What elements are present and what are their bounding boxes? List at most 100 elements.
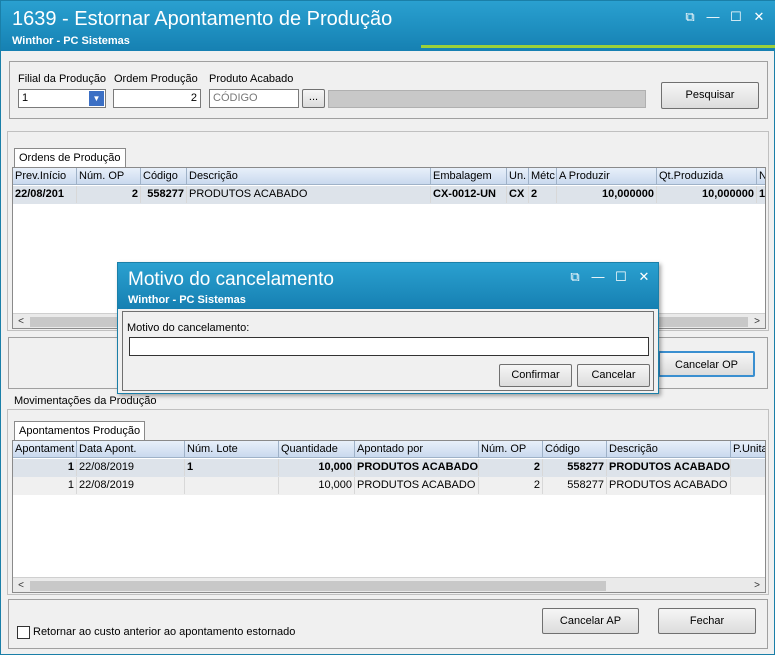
produto-description-field [328,90,646,108]
cell-codigo: 558277 [543,477,607,494]
cell-apontado-por: PRODUTOS ACABADO [355,477,479,494]
confirmar-button[interactable]: Confirmar [499,364,572,387]
movimentacoes-label: Movimentações da Produção [14,395,157,407]
apont-col-quantidade[interactable]: Quantidade [279,441,355,458]
produto-lookup-button[interactable]: ... [302,89,325,108]
pesquisar-button[interactable]: Pesquisar [661,82,759,109]
cancelar-button[interactable]: Cancelar [577,364,650,387]
apont-col-data[interactable]: Data Apont. [77,441,185,458]
cancelar-ap-button[interactable]: Cancelar AP [542,608,639,634]
cell-p-unitario [731,459,765,476]
filial-label: Filial da Produção [18,73,107,85]
maximize-button[interactable]: ☐ [729,10,743,24]
scroll-thumb[interactable] [30,581,606,591]
apont-col-apontado-por[interactable]: Apontado por [355,441,479,458]
cell-embalagem: CX-0012-UN [431,186,507,203]
tab-apontamentos-producao[interactable]: Apontamentos Produção [14,421,146,440]
dialog-title-bar: Motivo do cancelamento Winthor - PC Sist… [118,263,658,309]
ordens-col-codigo[interactable]: Código [141,168,187,185]
cell-apontamento: 1 [13,459,77,476]
cell-metodo: 2 [529,186,557,203]
ordens-col-n[interactable]: N [757,168,765,185]
cell-codigo: 558277 [141,186,187,203]
ordem-label: Ordem Produção [114,73,198,85]
scroll-right-icon[interactable]: > [750,579,764,592]
title-bar: 1639 - Estornar Apontamento de Produção … [1,1,775,51]
cell-num-lote: 1 [185,459,279,476]
apont-col-apontamento[interactable]: Apontament [13,441,77,458]
ordens-col-descricao[interactable]: Descrição [187,168,431,185]
close-button[interactable]: ✕ [752,10,766,24]
apont-col-descricao[interactable]: Descrição [607,441,731,458]
dialog-body: Motivo do cancelamento: Confirmar Cancel… [122,311,654,391]
restore-icon[interactable]: ⧉ [683,10,697,24]
chevron-down-icon[interactable]: ▼ [89,91,104,106]
cell-data: 22/08/2019 [77,459,185,476]
dialog-subtitle: Winthor - PC Sistemas [128,294,246,306]
scroll-right-icon[interactable]: > [750,315,764,328]
retornar-custo-label: Retornar ao custo anterior ao apontament… [33,626,296,638]
ordens-col-qt-produzida[interactable]: Qt.Produzida [657,168,757,185]
cell-data: 22/08/2019 [77,477,185,494]
cell-num-op: 2 [479,459,543,476]
cell-num-op: 2 [479,477,543,494]
scroll-left-icon[interactable]: < [14,315,28,328]
cell-descricao: PRODUTOS ACABADO [607,459,731,476]
main-window: 1639 - Estornar Apontamento de Produção … [0,0,775,655]
window-subtitle: Winthor - PC Sistemas [12,35,130,47]
cell-qt-produzida: 10,000000 [657,186,757,203]
fechar-button[interactable]: Fechar [658,608,756,634]
filial-select[interactable]: 1 ▼ [18,89,106,108]
dialog-close-button[interactable]: ✕ [637,270,651,284]
apont-col-p-unitario[interactable]: P.Unita [731,441,765,458]
ordens-col-embalagem[interactable]: Embalagem [431,168,507,185]
ordens-col-un[interactable]: Un. [507,168,529,185]
cell-apontado-por: PRODUTOS ACABADO [355,459,479,476]
cell-a-produzir: 10,000000 [557,186,657,203]
apontamentos-grid: Apontament Data Apont. Núm. Lote Quantid… [12,440,766,593]
dialog-maximize-button[interactable]: ☐ [614,270,628,284]
window-title: 1639 - Estornar Apontamento de Produção [12,8,393,30]
motivo-input[interactable] [129,337,649,356]
cell-apontamento: 1 [13,477,77,494]
tab-ordens-producao[interactable]: Ordens de Produção [14,148,126,167]
retornar-custo-checkbox[interactable] [17,626,30,639]
ordens-col-num-op[interactable]: Núm. OP [77,168,141,185]
motivo-label: Motivo do cancelamento: [127,322,250,334]
table-row[interactable]: 1 22/08/2019 10,000 PRODUTOS ACABADO 2 5… [13,477,765,495]
apont-col-num-op[interactable]: Núm. OP [479,441,543,458]
table-row[interactable]: 22/08/201 2 558277 PRODUTOS ACABADO CX-0… [13,186,765,204]
minimize-button[interactable]: — [706,10,720,24]
cell-descricao: PRODUTOS ACABADO [607,477,731,494]
ordens-col-prev-inicio[interactable]: Prev.Início [13,168,77,185]
cell-num-lote [185,477,279,494]
ordens-col-a-produzir[interactable]: A Produzir [557,168,657,185]
cell-un: CX [507,186,529,203]
cell-quantidade: 10,000 [279,477,355,494]
cancelar-op-button[interactable]: Cancelar OP [658,351,755,377]
dialog-minimize-button[interactable]: — [591,270,605,284]
footer-panel: Retornar ao custo anterior ao apontament… [8,599,768,649]
ordens-col-metodo[interactable]: Métc [529,168,557,185]
apontamentos-horizontal-scrollbar[interactable]: < > [13,577,765,592]
apont-col-num-lote[interactable]: Núm. Lote [185,441,279,458]
table-row[interactable]: 1 22/08/2019 1 10,000 PRODUTOS ACABADO 2… [13,459,765,477]
cell-descricao: PRODUTOS ACABADO [187,186,431,203]
cell-codigo: 558277 [543,459,607,476]
motivo-cancelamento-dialog: Motivo do cancelamento Winthor - PC Sist… [117,262,659,394]
cell-prev-inicio: 22/08/201 [13,186,77,203]
cell-n: 1 [757,186,765,203]
cell-quantidade: 10,000 [279,459,355,476]
scroll-left-icon[interactable]: < [14,579,28,592]
dialog-restore-icon[interactable]: ⧉ [568,270,582,284]
title-accent-line [421,45,775,48]
cell-num-op: 2 [77,186,141,203]
dialog-title: Motivo do cancelamento [128,269,334,290]
produto-code-input[interactable]: CÓDIGO [209,89,299,108]
filial-value: 1 [22,92,29,104]
cell-p-unitario [731,477,765,494]
filter-panel: Filial da Produção 1 ▼ Ordem Produção 2 … [9,61,768,119]
apont-col-codigo[interactable]: Código [543,441,607,458]
ordem-input[interactable]: 2 [113,89,201,108]
produto-label: Produto Acabado [209,73,294,85]
